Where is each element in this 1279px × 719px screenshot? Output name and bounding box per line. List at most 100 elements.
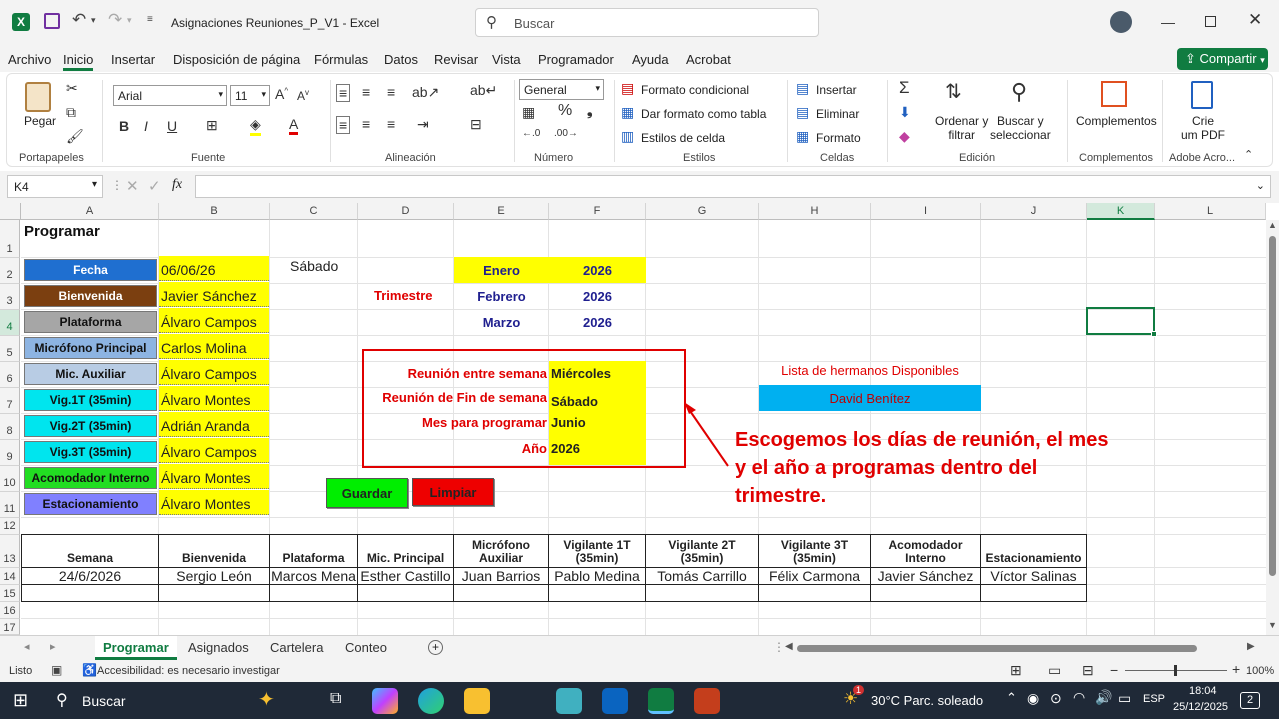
role-value-acomodador[interactable]: Álvaro Montes: [159, 464, 269, 489]
conditional-format-button[interactable]: Formato condicional: [641, 83, 749, 97]
selected-cell-k4[interactable]: [1086, 307, 1155, 335]
expand-formula-icon[interactable]: ⌄: [1256, 179, 1265, 192]
undo-dropdown-icon[interactable]: ▾: [91, 15, 96, 26]
file-explorer-icon[interactable]: [464, 688, 490, 714]
find-select-button[interactable]: Buscar y seleccionar: [990, 114, 1051, 142]
table-cell[interactable]: [645, 584, 759, 602]
clear-icon[interactable]: ◆: [899, 128, 910, 145]
delete-cells-icon[interactable]: ▤: [796, 104, 809, 121]
zoom-slider[interactable]: [1125, 665, 1227, 676]
horizontal-scrollbar[interactable]: ◀ ▶: [785, 641, 1255, 655]
tab-asignados[interactable]: Asignados: [180, 636, 257, 660]
insert-function-icon[interactable]: fx: [172, 177, 182, 193]
insert-cells-button[interactable]: Insertar: [816, 83, 857, 97]
cell-styles-button[interactable]: Estilos de celda: [641, 131, 725, 145]
close-icon[interactable]: ✕: [1248, 10, 1262, 30]
cell-styles-icon[interactable]: ▥: [621, 128, 634, 145]
table-cell[interactable]: [269, 584, 358, 602]
add-sheet-icon[interactable]: +: [428, 640, 443, 655]
wifi-icon[interactable]: ◠: [1073, 689, 1085, 706]
percent-icon[interactable]: %: [558, 102, 572, 120]
table-cell[interactable]: Víctor Salinas: [980, 567, 1087, 585]
role-value-mic-auxiliar[interactable]: Álvaro Campos: [159, 360, 269, 385]
format-table-icon[interactable]: ▦: [621, 104, 634, 121]
format-table-button[interactable]: Dar formato como tabla: [641, 107, 766, 121]
save-button[interactable]: Guardar: [326, 478, 408, 508]
align-middle-icon[interactable]: ≡: [362, 84, 370, 100]
menu-programador[interactable]: Programador: [538, 52, 614, 67]
italic-icon[interactable]: I: [144, 118, 148, 134]
row-header-9[interactable]: 9: [0, 440, 20, 466]
pdf-icon[interactable]: [1191, 81, 1213, 109]
find-select-icon[interactable]: ⚲: [1011, 79, 1027, 105]
cancel-icon[interactable]: ✕: [126, 177, 139, 195]
avatar[interactable]: [1110, 11, 1132, 33]
taskbar-search[interactable]: Buscar: [82, 693, 126, 709]
role-value-mic-principal[interactable]: Carlos Molina: [159, 334, 269, 359]
align-right-icon[interactable]: ≡: [387, 116, 395, 132]
undo-icon[interactable]: ↶: [72, 10, 86, 30]
delete-cells-button[interactable]: Eliminar: [816, 107, 859, 121]
paste-button[interactable]: Pegar: [24, 114, 56, 128]
excel-taskbar-icon[interactable]: [648, 688, 674, 714]
row-header-7[interactable]: 7: [0, 388, 20, 414]
page-layout-icon[interactable]: ▭: [1048, 662, 1061, 679]
grow-font-icon[interactable]: A^: [275, 86, 288, 102]
zoom-level[interactable]: 100%: [1246, 665, 1274, 677]
table-cell[interactable]: Pablo Medina: [548, 567, 646, 585]
row-header-4[interactable]: 4: [0, 310, 20, 336]
create-pdf-button[interactable]: Crie um PDF: [1181, 114, 1225, 142]
table-cell[interactable]: Esther Castillo: [357, 567, 454, 585]
table-cell[interactable]: 24/6/2026: [21, 567, 159, 585]
role-value-estacionamiento[interactable]: Álvaro Montes: [159, 490, 269, 515]
table-cell[interactable]: [870, 584, 981, 602]
restore-icon[interactable]: [1205, 16, 1216, 27]
col-header-f[interactable]: F: [549, 203, 646, 220]
table-cell[interactable]: [548, 584, 646, 602]
conditional-format-icon[interactable]: ▤: [621, 80, 634, 97]
task-view-icon[interactable]: ⧉: [330, 690, 341, 708]
row-header-1[interactable]: 1: [0, 220, 20, 258]
number-format-select[interactable]: General ▾: [519, 79, 604, 100]
table-cell[interactable]: [357, 584, 454, 602]
weather-text[interactable]: 30°C Parc. soleado: [871, 693, 983, 708]
wrap-text-icon[interactable]: ab↵: [470, 82, 497, 99]
clock-time[interactable]: 18:04: [1189, 685, 1217, 697]
format-painter-icon[interactable]: 🖌: [66, 128, 84, 145]
col-header-i[interactable]: I: [871, 203, 981, 220]
row-header-2[interactable]: 2: [0, 258, 20, 284]
table-cell[interactable]: [21, 584, 159, 602]
tab-conteo[interactable]: Conteo: [337, 636, 395, 660]
col-header-e[interactable]: E: [454, 203, 549, 220]
notification-icon[interactable]: 2: [1240, 692, 1260, 709]
menu-acrobat[interactable]: Acrobat: [686, 52, 731, 67]
clock-date[interactable]: 25/12/2025: [1173, 701, 1228, 713]
addins-button[interactable]: Complementos: [1076, 114, 1157, 128]
app-icon[interactable]: [556, 688, 582, 714]
powerpoint-icon[interactable]: [694, 688, 720, 714]
menu-inicio[interactable]: Inicio: [63, 52, 94, 71]
available-name[interactable]: David Benítez: [759, 385, 981, 411]
macro-record-icon[interactable]: ▣: [51, 663, 62, 677]
sort-filter-button[interactable]: Ordenar y filtrar: [935, 114, 988, 142]
comma-icon[interactable]: ❟: [587, 102, 593, 119]
insert-cells-icon[interactable]: ▤: [796, 80, 809, 97]
more-options-icon[interactable]: ⋮: [111, 178, 123, 192]
fill-handle[interactable]: [1151, 331, 1157, 337]
menu-ayuda[interactable]: Ayuda: [632, 52, 669, 67]
col-header-b[interactable]: B: [159, 203, 270, 220]
table-cell[interactable]: [453, 584, 549, 602]
row-header-6[interactable]: 6: [0, 362, 20, 388]
location-icon[interactable]: ⊙: [1050, 690, 1062, 707]
minimize-icon[interactable]: —: [1161, 14, 1175, 30]
row-header-13[interactable]: 13: [0, 535, 20, 568]
redo-dropdown-icon[interactable]: ▾: [127, 15, 132, 26]
copy-icon[interactable]: ⧉: [66, 104, 76, 121]
row-header-10[interactable]: 10: [0, 466, 20, 492]
tab-cartelera[interactable]: Cartelera: [262, 636, 331, 660]
clear-button[interactable]: Limpiar: [412, 478, 494, 506]
chevron-up-icon[interactable]: ⌃: [1006, 690, 1017, 706]
table-cell[interactable]: [158, 584, 270, 602]
taskbar-search-icon[interactable]: ⚲: [56, 690, 68, 710]
col-header-j[interactable]: J: [981, 203, 1087, 220]
